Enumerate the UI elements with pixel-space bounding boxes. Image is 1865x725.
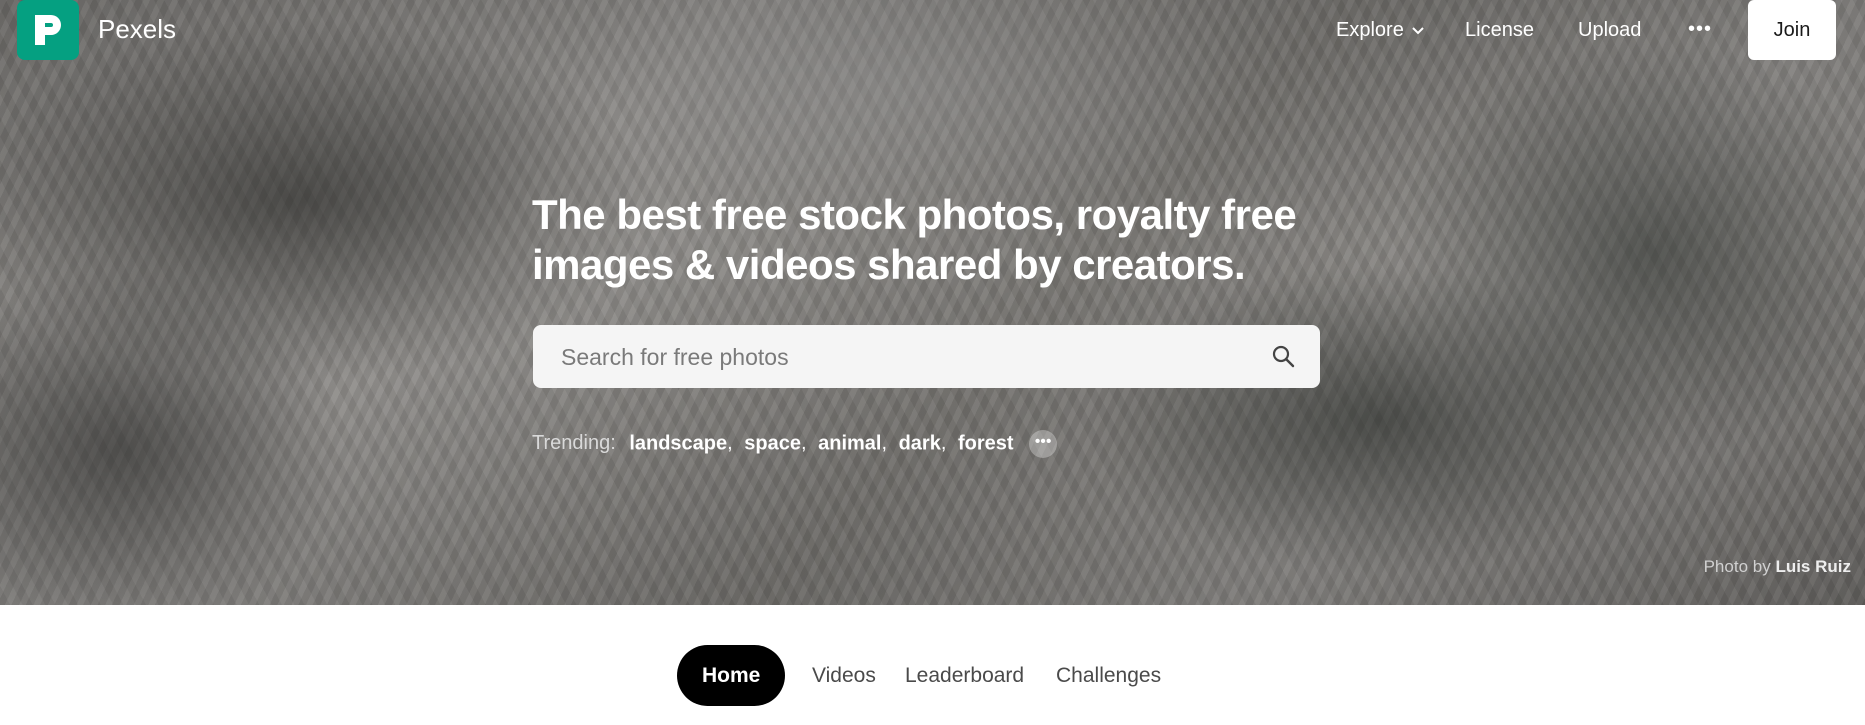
trending-tag-space[interactable]: space xyxy=(744,432,801,454)
search-input[interactable] xyxy=(559,325,1243,390)
credit-author-link[interactable]: Luis Ruiz xyxy=(1775,557,1851,576)
trending-separator: , xyxy=(727,432,733,455)
tab-leaderboard[interactable]: Leaderboard xyxy=(905,645,1024,706)
trending-tag-dark[interactable]: dark xyxy=(899,432,941,454)
trending-separator: , xyxy=(940,432,947,455)
ellipsis-icon[interactable]: ••• xyxy=(1688,18,1712,41)
chevron-down-icon xyxy=(1412,27,1424,35)
trending-label: Trending: xyxy=(532,432,616,455)
top-nav: Pexels Explore License Upload ••• Join xyxy=(0,0,1865,62)
pexels-logo[interactable] xyxy=(17,0,79,60)
headline-line-2: images & videos shared by creators. xyxy=(532,241,1246,288)
trending-more-icon[interactable]: ••• xyxy=(1029,430,1058,458)
trending-bar: Trending: landscape, space, animal, dark… xyxy=(532,430,1058,458)
search-icon[interactable] xyxy=(1271,344,1295,368)
photo-credit: Photo by Luis Ruiz xyxy=(1704,557,1851,577)
tab-home[interactable]: Home xyxy=(677,645,786,706)
license-link[interactable]: License xyxy=(1465,19,1534,42)
pexels-logo-icon xyxy=(35,15,61,45)
upload-link[interactable]: Upload xyxy=(1578,19,1641,42)
join-button[interactable]: Join xyxy=(1748,0,1836,60)
trending-separator: , xyxy=(881,432,888,455)
trending-tag-animal[interactable]: animal xyxy=(818,432,881,454)
trending-tag-landscape[interactable]: landscape xyxy=(629,432,727,454)
trending-tag-forest[interactable]: forest xyxy=(958,432,1014,454)
explore-label: Explore xyxy=(1336,19,1404,41)
hero-section: Pexels Explore License Upload ••• Join T… xyxy=(0,0,1865,605)
explore-menu[interactable]: Explore xyxy=(1336,19,1424,42)
tab-videos[interactable]: Videos xyxy=(812,645,876,706)
headline-line-1: The best free stock photos, royalty free xyxy=(532,191,1297,238)
tab-challenges[interactable]: Challenges xyxy=(1056,645,1161,706)
trending-separator: , xyxy=(800,432,807,455)
hero-headline: The best free stock photos, royalty free… xyxy=(532,190,1332,290)
search-box xyxy=(533,325,1320,390)
brand-name[interactable]: Pexels xyxy=(98,14,176,45)
credit-label: Photo by xyxy=(1703,557,1771,576)
